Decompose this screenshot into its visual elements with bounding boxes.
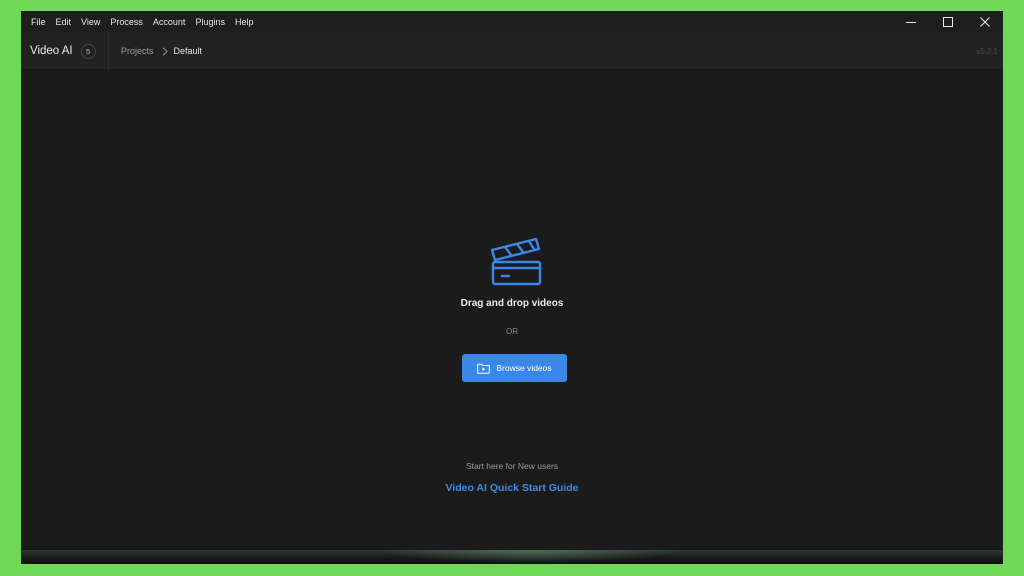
app-header: Video AI 5 Projects Default v5.2.1 xyxy=(21,32,1003,70)
app-title: Video AI 5 xyxy=(30,32,96,70)
menu-help[interactable]: Help xyxy=(230,14,259,30)
drop-instruction: Drag and drop videos xyxy=(460,298,564,309)
bottom-panel-edge xyxy=(21,550,1003,564)
menu-account[interactable]: Account xyxy=(148,14,191,30)
folder-video-icon xyxy=(477,363,491,374)
menu-plugins[interactable]: Plugins xyxy=(190,14,230,30)
breadcrumb-current: Default xyxy=(173,46,203,56)
menu-view[interactable]: View xyxy=(76,14,105,30)
clapperboard-icon xyxy=(490,237,542,286)
breadcrumb-projects[interactable]: Projects xyxy=(121,46,154,56)
chevron-right-icon xyxy=(162,46,168,56)
header-divider xyxy=(108,32,109,70)
or-separator: OR xyxy=(506,327,518,336)
maximize-button[interactable] xyxy=(929,11,966,32)
version-label: v5.2.1 xyxy=(976,46,998,56)
menu-file[interactable]: File xyxy=(26,14,51,30)
maximize-icon xyxy=(942,16,953,27)
app-name: Video AI xyxy=(30,45,73,57)
close-icon xyxy=(979,16,990,27)
count-badge[interactable]: 5 xyxy=(80,43,96,59)
close-button[interactable] xyxy=(966,11,1003,32)
browse-videos-button[interactable]: Browse videos xyxy=(462,354,567,382)
breadcrumb: Projects Default xyxy=(121,32,202,70)
drop-zone[interactable]: Drag and drop videos OR Browse videos St… xyxy=(21,71,1003,550)
start-here-text: Start here for New users xyxy=(465,461,559,471)
menu-list: File Edit View Process Account Plugins H… xyxy=(21,14,258,30)
browse-videos-label: Browse videos xyxy=(496,363,552,373)
quick-start-guide-container: Video AI Quick Start Guide xyxy=(21,482,1003,494)
bottom-glow xyxy=(381,550,681,564)
minimize-icon xyxy=(905,21,916,23)
window-controls xyxy=(892,11,1003,32)
quick-start-guide-link[interactable]: Video AI Quick Start Guide xyxy=(445,482,578,494)
minimize-button[interactable] xyxy=(892,11,929,32)
menu-bar: File Edit View Process Account Plugins H… xyxy=(21,11,1003,32)
menu-process[interactable]: Process xyxy=(105,14,148,30)
app-window: File Edit View Process Account Plugins H… xyxy=(21,11,1003,564)
menu-edit[interactable]: Edit xyxy=(51,14,77,30)
